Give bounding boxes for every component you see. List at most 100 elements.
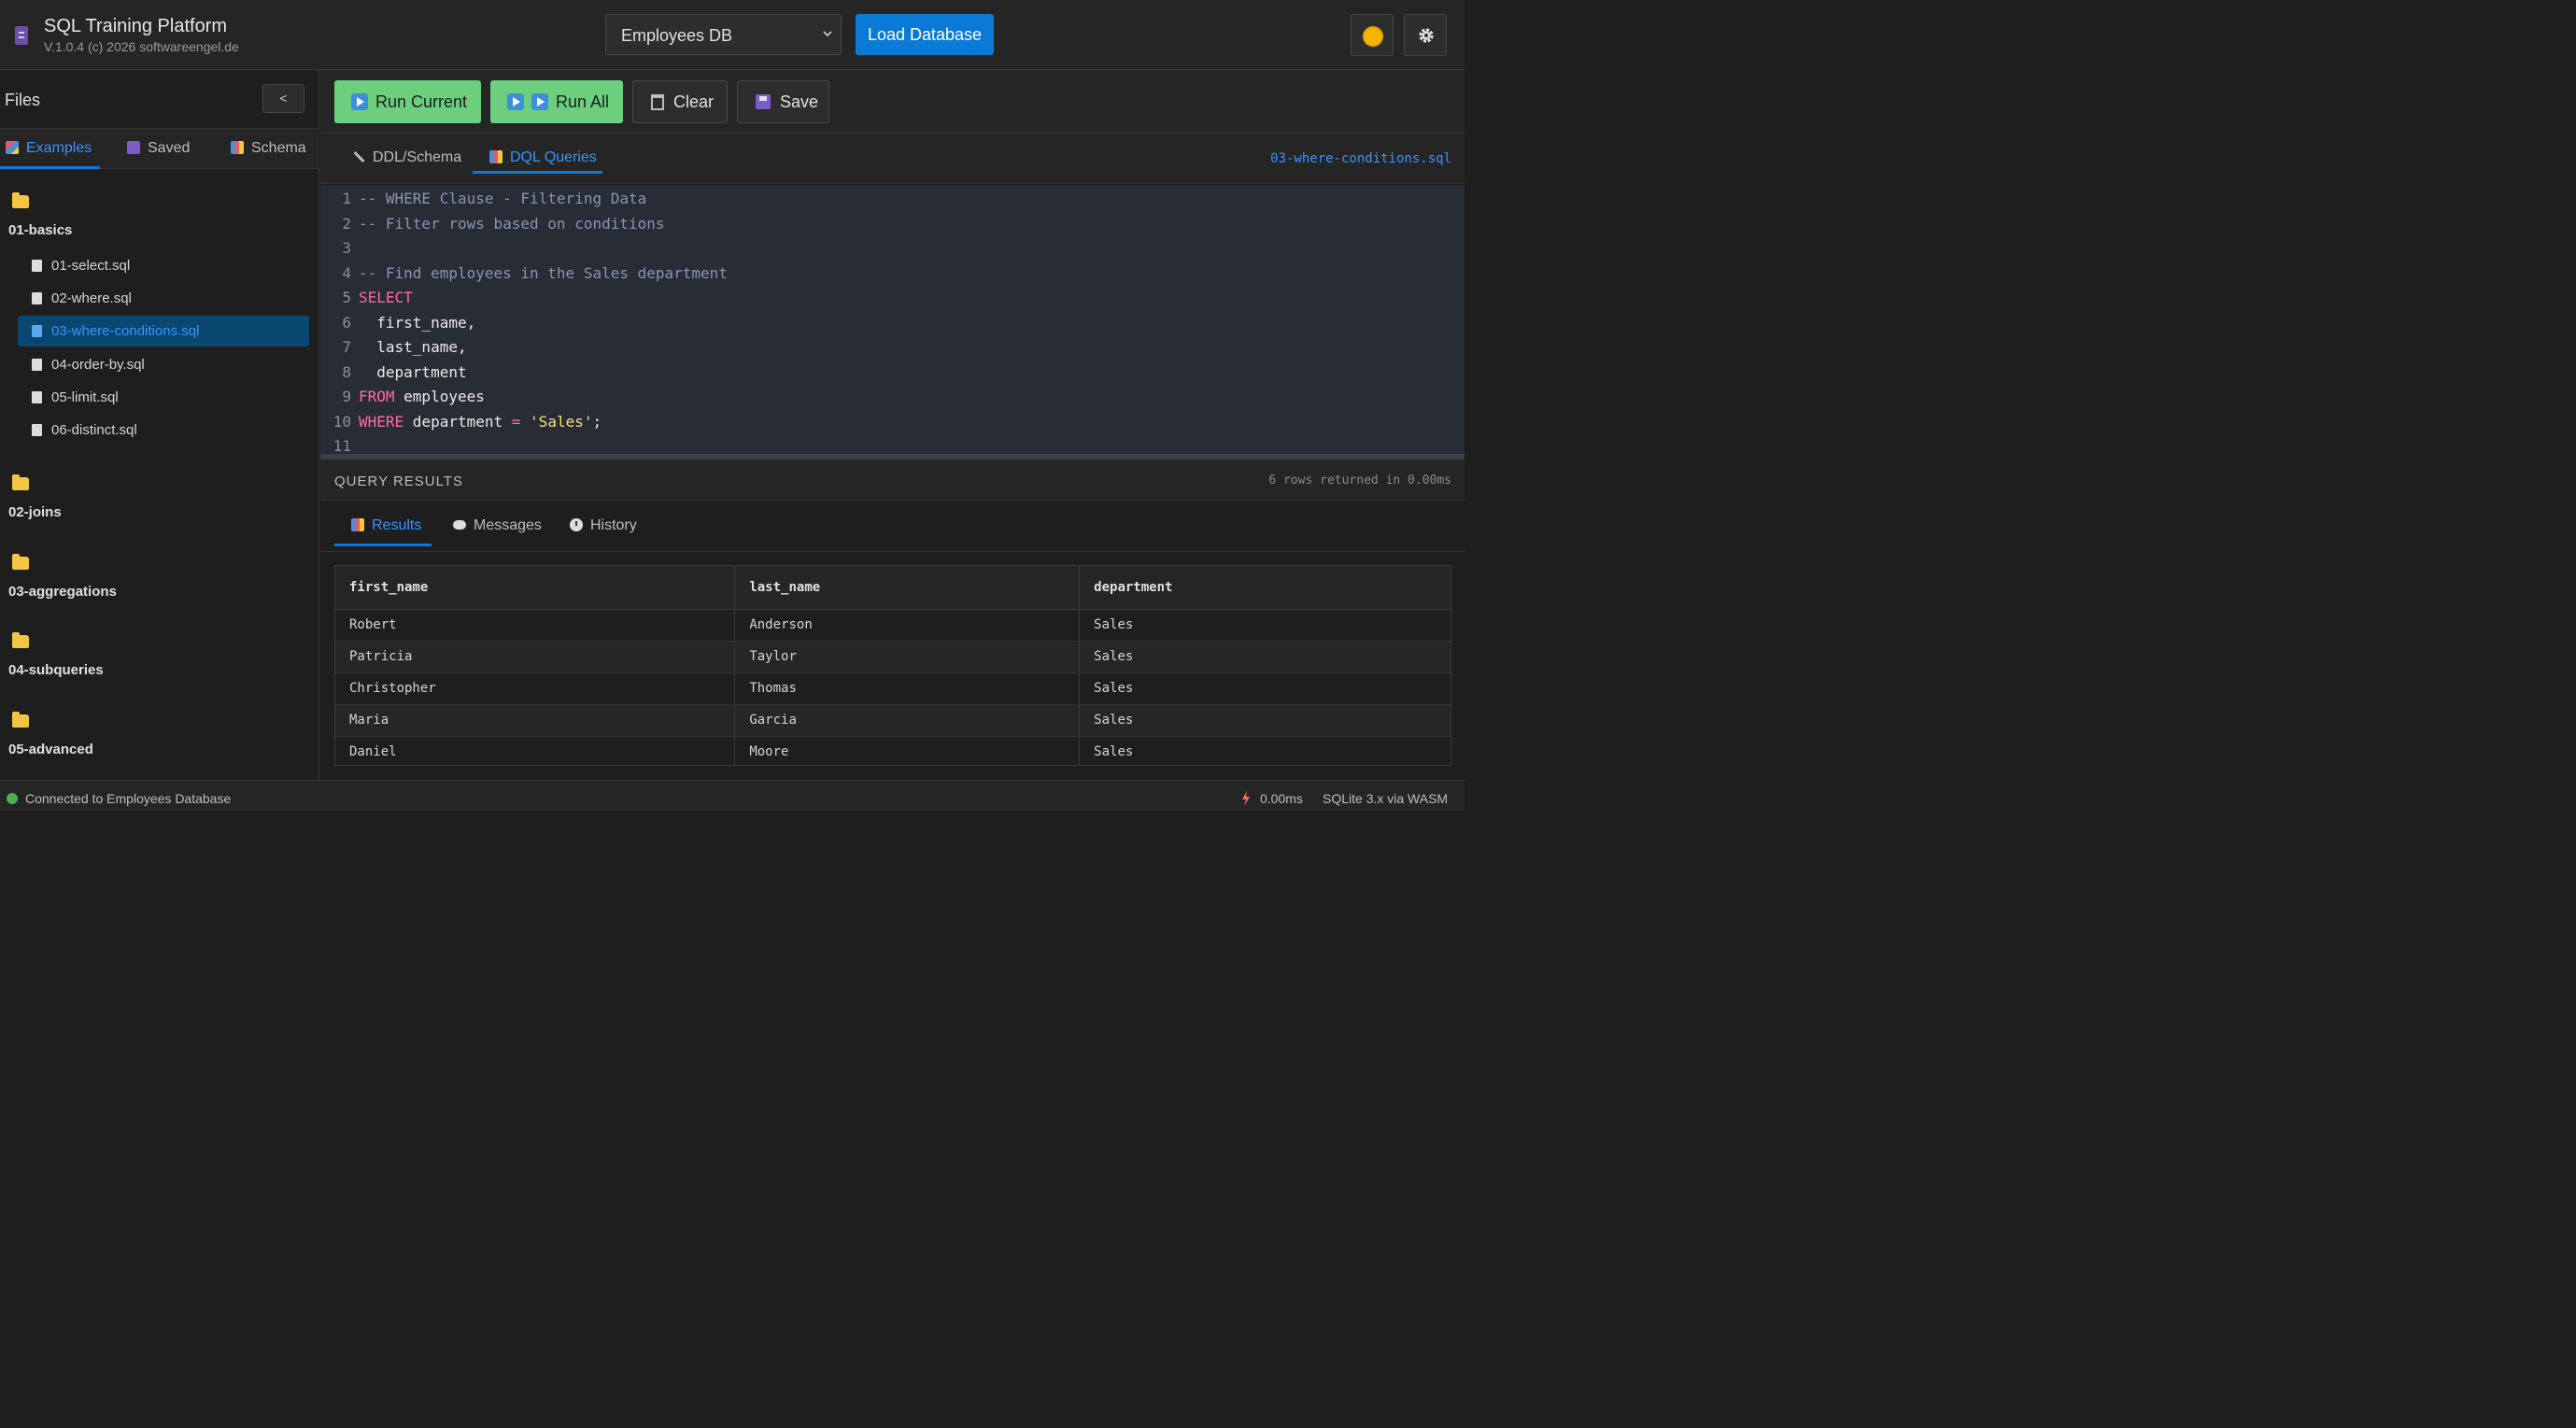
speech-bubble-icon — [453, 520, 466, 530]
folder-icon — [12, 474, 29, 490]
code-token: FROM — [359, 388, 395, 405]
file-item[interactable]: 06-distinct.sql — [18, 415, 309, 445]
folder-label: 03-aggregations — [8, 584, 117, 600]
sql-code-editor[interactable]: 1 -- WHERE Clause - Filtering Data 2 -- Fil… — [320, 185, 1465, 454]
table-cell: Christopher — [335, 672, 736, 705]
table-row: Christopher Thomas Sales — [335, 672, 1451, 705]
code-token: WHERE — [359, 412, 404, 431]
theme-toggle-button[interactable] — [1351, 14, 1394, 56]
run-current-label: Run Current — [375, 92, 468, 111]
table-cell: Taylor — [734, 641, 1081, 673]
table-cell: Moore — [734, 736, 1081, 765]
status-bar: Connected to Employees Database 0.00ms S… — [0, 780, 1465, 812]
code-line[interactable]: 1 -- WHERE Clause - Filtering Data — [320, 190, 646, 214]
tab-messages[interactable]: Messages — [453, 517, 542, 534]
tab-schema[interactable]: Schema — [231, 129, 306, 170]
save-icon — [127, 141, 140, 154]
code-line[interactable]: 11 — [320, 437, 359, 454]
chart-icon — [489, 150, 502, 163]
code-line[interactable]: 10 WHERE department = 'Sales'; — [320, 413, 602, 437]
table-cell: Maria — [335, 704, 736, 737]
column-header[interactable]: last_name — [734, 566, 1081, 610]
code-token: -- WHERE Clause - Filtering Data — [359, 190, 647, 207]
file-item[interactable]: 04-order-by.sql — [18, 349, 309, 380]
code-token: last_name, — [359, 338, 467, 356]
tab-history[interactable]: History — [570, 517, 637, 534]
line-number: 4 — [342, 263, 351, 282]
tab-saved[interactable]: Saved — [127, 129, 190, 170]
file-item[interactable]: 01-select.sql — [18, 250, 309, 281]
code-line[interactable]: 4 -- Find employees in the Sales departme… — [320, 264, 728, 289]
results-table-container[interactable]: first_name last_name department Robert A… — [334, 565, 1451, 766]
connection-status-icon — [7, 793, 18, 804]
collapse-sidebar-button[interactable]: < — [262, 84, 304, 113]
app-window: SQL Training Platform V.1.0.4 (c) 2026 s… — [0, 0, 1465, 812]
table-row: Daniel Moore Sales — [335, 736, 1451, 765]
tab-dql-queries[interactable]: DQL Queries — [489, 149, 597, 166]
file-icon — [32, 325, 42, 337]
chevron-down-icon — [823, 31, 832, 37]
tab-examples[interactable]: Examples — [6, 129, 92, 170]
column-header[interactable]: first_name — [335, 566, 736, 610]
clock-icon — [570, 518, 583, 531]
code-line[interactable]: 6 first_name, — [320, 314, 475, 338]
folder-icon — [12, 554, 29, 570]
line-number: 9 — [342, 388, 351, 405]
results-title: QUERY RESULTS — [334, 474, 464, 489]
file-label: 01-select.sql — [51, 258, 131, 274]
database-logo-icon — [15, 26, 28, 45]
code-line[interactable]: 8 department — [320, 362, 467, 388]
result-tabs: Results Messages History — [320, 501, 1465, 552]
code-token: -- Filter rows based on conditions — [359, 214, 665, 233]
folder-icon — [12, 632, 29, 648]
file-label: 02-where.sql — [51, 290, 132, 306]
clear-button[interactable]: Clear — [632, 80, 728, 123]
file-item[interactable]: 05-limit.sql — [18, 382, 309, 413]
current-file-name: 03-where-conditions.sql — [1270, 151, 1451, 166]
chart-icon — [351, 518, 364, 531]
tab-saved-label: Saved — [148, 140, 191, 156]
play-icon — [351, 93, 368, 110]
results-header: QUERY RESULTS 6 rows returned in 0.00ms — [320, 460, 1465, 501]
table-cell: Garcia — [734, 704, 1081, 737]
code-line[interactable]: 2 -- Filter rows based on conditions — [320, 214, 665, 239]
code-line[interactable]: 3 — [320, 239, 359, 263]
column-header[interactable]: department — [1079, 566, 1451, 610]
folder-label: 02-joins — [8, 504, 62, 520]
play-icon — [507, 93, 524, 110]
code-token: department — [359, 362, 467, 381]
folder-label: 01-basics — [8, 222, 73, 238]
file-item-active[interactable]: 03-where-conditions.sql — [18, 316, 309, 346]
table-row: Robert Anderson Sales — [335, 609, 1451, 642]
settings-button[interactable] — [1404, 14, 1447, 56]
app-title: SQL Training Platform — [44, 16, 228, 36]
active-tab-indicator — [473, 171, 602, 174]
tab-ddl-label: DDL/Schema — [373, 149, 462, 165]
tab-results[interactable]: Results — [351, 517, 421, 534]
file-icon — [32, 391, 42, 403]
table-cell: Robert — [335, 609, 736, 642]
tab-ddl-schema[interactable]: DDL/Schema — [352, 149, 461, 166]
code-token: employees — [394, 388, 485, 405]
database-select[interactable]: Employees DB — [605, 14, 842, 55]
file-item[interactable]: 02-where.sql — [18, 283, 309, 314]
engine-info: SQLite 3.x via WASM — [1323, 791, 1449, 806]
active-tab-indicator — [334, 544, 432, 546]
run-all-button[interactable]: Run All — [490, 80, 623, 123]
file-sidebar: Files < Examples Saved Schema 01-basics … — [0, 70, 319, 780]
code-line[interactable]: 5 SELECT — [320, 289, 412, 313]
file-icon — [32, 424, 42, 436]
table-cell: Sales — [1079, 672, 1451, 705]
code-line[interactable]: 7 last_name, — [320, 338, 467, 362]
line-number: 7 — [342, 338, 351, 356]
load-database-button[interactable]: Load Database — [856, 14, 994, 55]
top-header: SQL Training Platform V.1.0.4 (c) 2026 s… — [0, 0, 1465, 70]
code-line[interactable]: 9 FROM employees — [320, 388, 485, 412]
file-label: 04-order-by.sql — [51, 357, 145, 373]
code-token: = — [511, 412, 521, 431]
clear-label: Clear — [673, 92, 715, 111]
save-button[interactable]: Save — [737, 80, 829, 123]
editor-toolbar: Run Current Run All Clear Save — [320, 70, 1465, 134]
run-current-button[interactable]: Run Current — [334, 80, 481, 123]
